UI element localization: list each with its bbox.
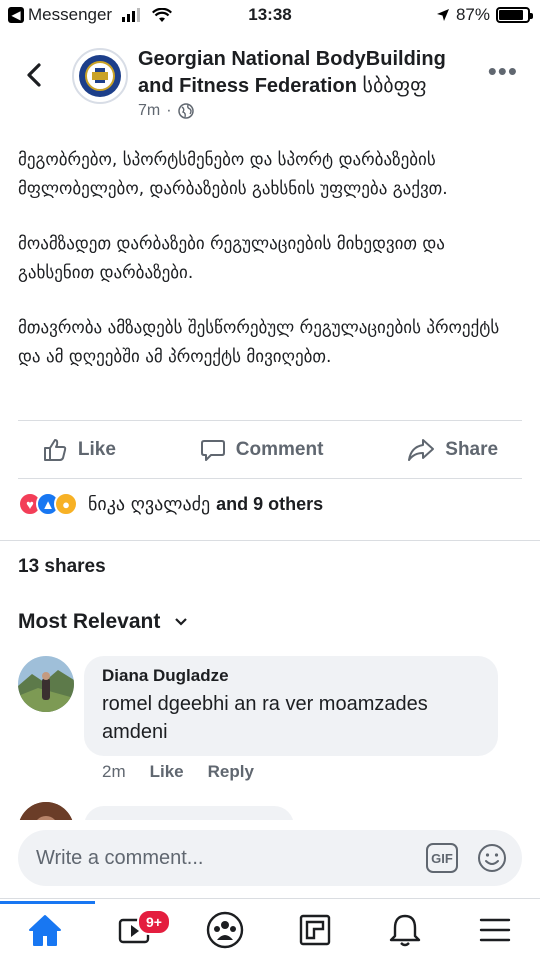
status-right: 87%: [436, 5, 533, 25]
reaction-icons: ♥ ▲ ●: [18, 492, 78, 516]
post-body: მეგობრებო, სპორტსმენებო და სპორტ დარბაზე…: [18, 146, 518, 398]
bell-icon: [389, 914, 421, 947]
bottom-navigation: 9+: [0, 898, 540, 961]
share-icon: [408, 439, 435, 461]
federation-logo-icon: [76, 52, 124, 100]
menu-icon: [479, 918, 511, 942]
status-bar: ◀ Messenger 13:38 87%: [0, 0, 540, 32]
chevron-down-icon: [175, 618, 188, 626]
post-paragraph: მთავრობა ამზადებს შესწორებულ რეგულაციები…: [18, 318, 500, 367]
back-button[interactable]: [20, 60, 50, 90]
page-avatar[interactable]: [72, 48, 128, 104]
comment-author[interactable]: Diana Dugladze: [102, 666, 480, 686]
comment-icon: [200, 440, 225, 461]
comment-composer: GIF: [0, 820, 540, 898]
nav-pages[interactable]: [285, 905, 345, 955]
nav-notifications[interactable]: [375, 905, 435, 955]
shares-count[interactable]: 13 shares: [18, 556, 106, 578]
post-time: 7m: [138, 102, 161, 119]
comment-label: Comment: [235, 439, 324, 460]
post-header: Georgian National BodyBuilding and Fitne…: [0, 40, 540, 126]
post-paragraph: მოამზადეთ დარბაზები რეგულაციების მიხედვი…: [18, 234, 445, 283]
comment-input-box[interactable]: GIF: [18, 830, 522, 886]
divider: [18, 478, 522, 479]
wow-reaction-icon: ●: [54, 492, 78, 516]
sort-comments-dropdown[interactable]: Most Relevant: [18, 610, 188, 634]
nav-menu[interactable]: [465, 905, 525, 955]
notification-badge: 9+: [137, 909, 171, 935]
comment-bubble[interactable]: Diana Dugladze romel dgeebhi an ra ver m…: [84, 656, 498, 756]
home-icon: [29, 915, 61, 946]
reaction-names: ნიკა ღვალაძე: [88, 493, 211, 515]
comment-input[interactable]: [36, 846, 426, 870]
post-meta: 7m ·: [138, 102, 194, 120]
reaction-others: and 9 others: [216, 493, 324, 514]
comment-time: 2m: [102, 762, 126, 781]
battery-icon: [496, 7, 533, 23]
page-name-suffix: სბბფფ: [362, 75, 427, 97]
sort-label: Most Relevant: [18, 610, 161, 633]
globe-icon: [177, 103, 194, 119]
comment-reply-button[interactable]: Reply: [208, 762, 254, 782]
battery-percent: 87%: [455, 5, 490, 24]
nav-watch[interactable]: 9+: [105, 905, 171, 955]
pages-icon: [299, 914, 331, 946]
meta-dot: ·: [166, 102, 172, 119]
share-label: Share: [445, 439, 499, 460]
nav-groups[interactable]: [195, 905, 255, 955]
divider: [18, 420, 522, 421]
avatar[interactable]: [18, 656, 74, 712]
gif-button[interactable]: GIF: [426, 843, 458, 873]
comment-text: romel dgeebhi an ra ver moamzades amdeni: [102, 693, 428, 743]
comment-meta: 2m Like Reply: [102, 762, 254, 782]
like-label: Like: [77, 439, 116, 460]
share-button[interactable]: Share: [407, 437, 498, 463]
reactions-summary[interactable]: ♥ ▲ ● ნიკა ღვალაძე and 9 others: [18, 492, 323, 516]
divider: [0, 540, 540, 541]
thumbs-up-icon: [43, 439, 67, 461]
like-button[interactable]: Like: [42, 437, 116, 463]
more-options-button[interactable]: •••: [488, 58, 518, 84]
nav-home[interactable]: [0, 901, 95, 955]
location-icon: [436, 9, 449, 21]
post-paragraph: მეგობრებო, სპორტსმენებო და სპორტ დარბაზე…: [18, 150, 448, 199]
groups-icon: [206, 911, 244, 949]
post-actions: Like Comment Share: [0, 424, 540, 476]
emoji-icon[interactable]: [476, 842, 508, 874]
commenter-photo: [18, 656, 74, 712]
comment-button[interactable]: Comment: [200, 437, 324, 463]
page-name[interactable]: Georgian National BodyBuilding and Fitne…: [138, 46, 468, 100]
comment-like-button[interactable]: Like: [150, 762, 184, 782]
